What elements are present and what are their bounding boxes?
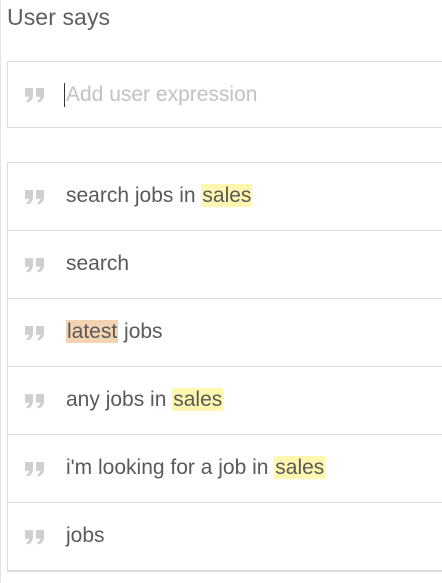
expression-text-segment: jobs xyxy=(118,320,163,343)
expression-text-segment: i'm looking for a job in xyxy=(66,456,275,479)
expression-text[interactable]: any jobs in sales xyxy=(66,385,224,415)
entity-annotation-sales[interactable]: sales xyxy=(201,184,253,207)
entity-annotation-sales[interactable]: sales xyxy=(172,388,224,411)
expression-row[interactable]: i'm looking for a job in sales xyxy=(8,435,442,503)
expression-list: search jobs in sales search latest jobs any… xyxy=(7,162,442,572)
quote-icon xyxy=(24,87,46,103)
expression-text[interactable]: latest jobs xyxy=(66,317,163,347)
expression-text-segment: any jobs in xyxy=(66,388,173,411)
expression-row[interactable]: search jobs in sales xyxy=(8,163,442,231)
entity-annotation-latest[interactable]: latest xyxy=(66,320,119,343)
quote-icon xyxy=(24,189,46,205)
user-says-panel: User says search jobs in sales search late… xyxy=(0,0,442,583)
expression-text-segment: search xyxy=(66,252,130,275)
quote-icon xyxy=(24,325,46,341)
section-title: User says xyxy=(7,4,111,30)
add-user-expression-input[interactable] xyxy=(66,78,426,112)
expression-text[interactable]: i'm looking for a job in sales xyxy=(66,453,326,483)
expression-text-segment: search jobs in xyxy=(66,184,202,207)
expression-text[interactable]: search jobs in sales xyxy=(66,181,253,211)
add-expression-box[interactable] xyxy=(7,61,442,128)
text-caret xyxy=(64,83,65,107)
expression-row[interactable]: search xyxy=(8,231,442,299)
expression-text[interactable]: jobs xyxy=(66,521,105,551)
expression-text[interactable]: search xyxy=(66,249,129,279)
expression-row[interactable]: jobs xyxy=(8,503,442,571)
quote-icon xyxy=(24,393,46,409)
expression-row[interactable]: latest jobs xyxy=(8,299,442,367)
expression-text-segment: jobs xyxy=(66,524,105,547)
quote-icon xyxy=(24,257,46,273)
expression-row[interactable]: any jobs in sales xyxy=(8,367,442,435)
entity-annotation-sales[interactable]: sales xyxy=(274,456,326,479)
quote-icon xyxy=(24,529,46,545)
quote-icon xyxy=(24,461,46,477)
